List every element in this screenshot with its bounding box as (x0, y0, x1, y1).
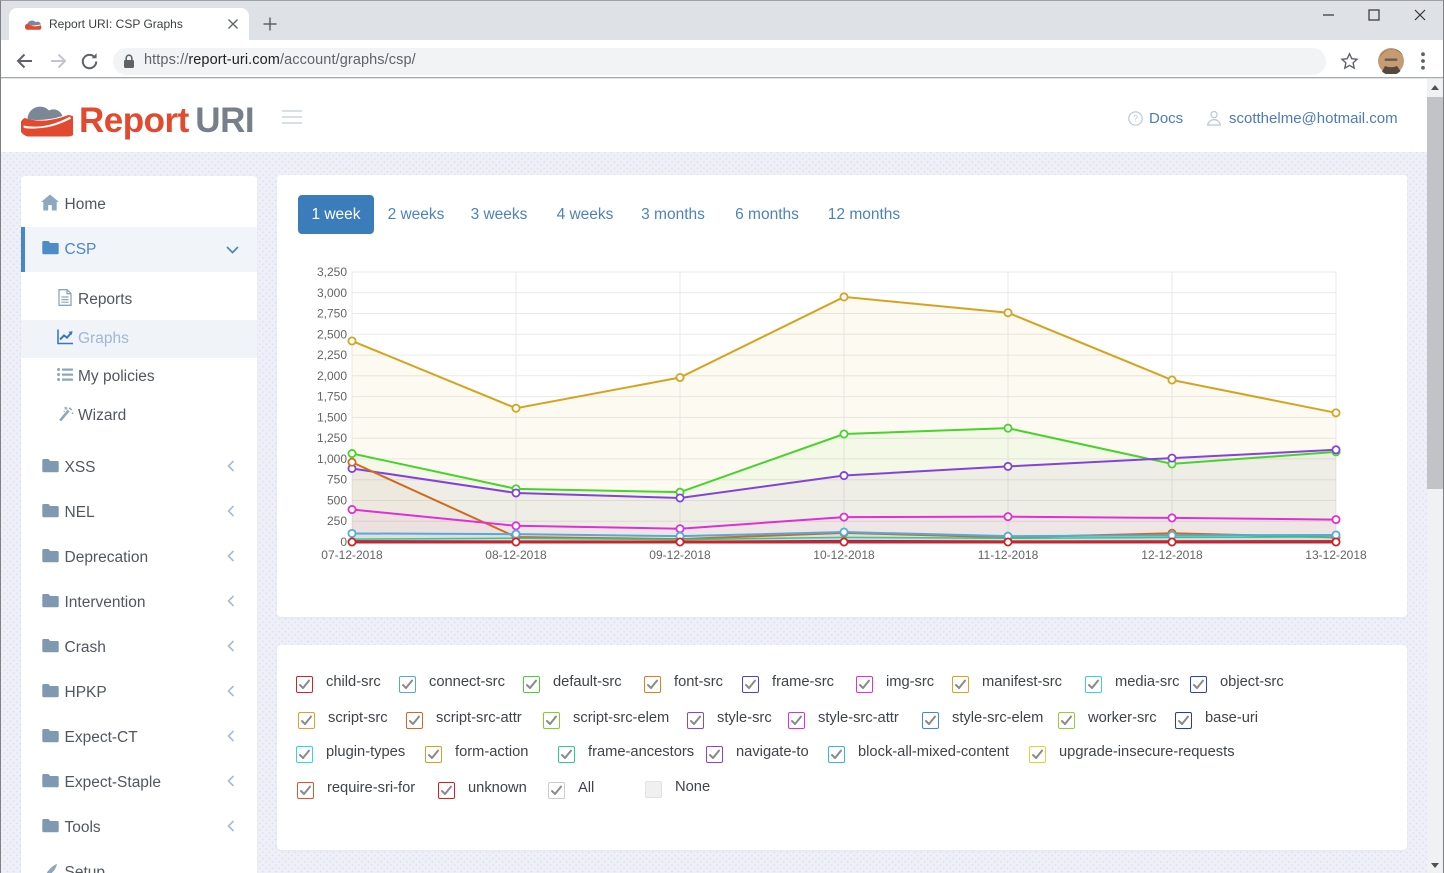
svg-text:2,500: 2,500 (317, 327, 347, 341)
svg-text:11-12-2018: 11-12-2018 (978, 548, 1039, 562)
svg-text:250: 250 (327, 514, 347, 528)
svg-text:1,750: 1,750 (317, 390, 347, 404)
svg-text:500: 500 (327, 494, 347, 508)
svg-text:2,000: 2,000 (317, 369, 347, 383)
svg-text:12-12-2018: 12-12-2018 (1141, 548, 1203, 562)
svg-text:1,000: 1,000 (317, 452, 347, 466)
svg-text:3,000: 3,000 (317, 286, 347, 300)
svg-text:2,250: 2,250 (317, 348, 347, 362)
svg-text:1,250: 1,250 (317, 431, 347, 445)
svg-text:?: ? (1133, 114, 1138, 124)
svg-text:10-12-2018: 10-12-2018 (813, 548, 875, 562)
svg-text:0: 0 (340, 535, 347, 549)
svg-text:2,750: 2,750 (317, 307, 347, 321)
svg-text:1,500: 1,500 (317, 410, 347, 424)
svg-text:3,250: 3,250 (317, 265, 347, 279)
svg-text:13-12-2018: 13-12-2018 (1305, 548, 1367, 562)
svg-text:09-12-2018: 09-12-2018 (649, 548, 711, 562)
svg-text:07-12-2018: 07-12-2018 (321, 548, 383, 562)
svg-text:750: 750 (327, 473, 347, 487)
svg-text:08-12-2018: 08-12-2018 (485, 548, 547, 562)
